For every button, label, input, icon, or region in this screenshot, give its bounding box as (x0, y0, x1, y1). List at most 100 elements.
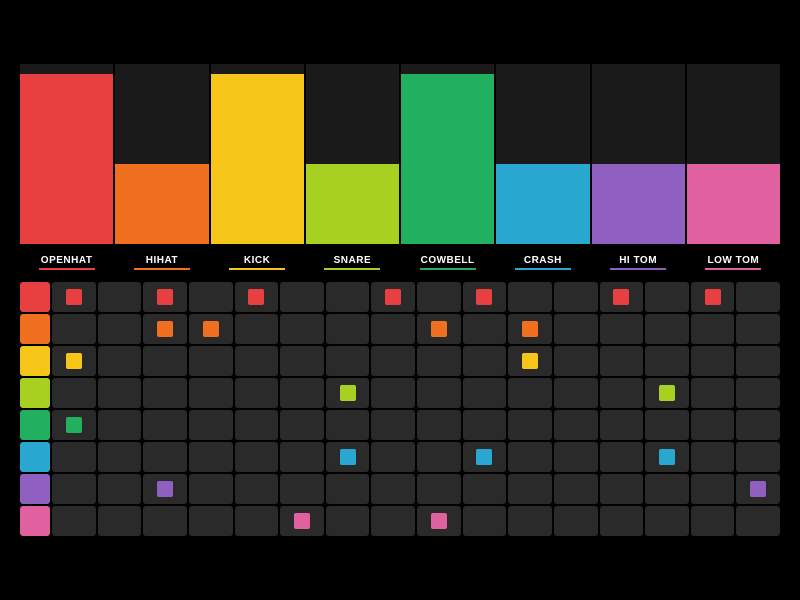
instrument-col-openhat[interactable]: OPENHAT (20, 64, 113, 280)
grid-cell-3-14[interactable] (691, 378, 735, 408)
instrument-col-crash[interactable]: CRASH (496, 64, 589, 280)
grid-cell-7-13[interactable] (645, 506, 689, 536)
grid-cell-7-6[interactable] (326, 506, 370, 536)
grid-cell-5-2[interactable] (143, 442, 187, 472)
grid-cell-6-15[interactable] (736, 474, 780, 504)
grid-cell-2-0[interactable] (52, 346, 96, 376)
grid-cell-7-8[interactable] (417, 506, 461, 536)
row-label-7[interactable] (20, 506, 50, 536)
grid-cell-6-14[interactable] (691, 474, 735, 504)
grid-cell-7-9[interactable] (463, 506, 507, 536)
grid-cell-7-12[interactable] (600, 506, 644, 536)
grid-cell-4-12[interactable] (600, 410, 644, 440)
grid-cell-7-5[interactable] (280, 506, 324, 536)
grid-cell-5-3[interactable] (189, 442, 233, 472)
grid-cell-6-11[interactable] (554, 474, 598, 504)
grid-cell-0-4[interactable] (235, 282, 279, 312)
grid-cell-0-11[interactable] (554, 282, 598, 312)
grid-cell-4-6[interactable] (326, 410, 370, 440)
grid-cell-7-4[interactable] (235, 506, 279, 536)
grid-cell-6-4[interactable] (235, 474, 279, 504)
grid-cell-5-12[interactable] (600, 442, 644, 472)
grid-cell-6-13[interactable] (645, 474, 689, 504)
grid-cell-4-11[interactable] (554, 410, 598, 440)
grid-cell-4-7[interactable] (371, 410, 415, 440)
grid-cell-7-7[interactable] (371, 506, 415, 536)
grid-cell-2-13[interactable] (645, 346, 689, 376)
grid-cell-5-4[interactable] (235, 442, 279, 472)
grid-cell-0-1[interactable] (98, 282, 142, 312)
grid-cell-0-12[interactable] (600, 282, 644, 312)
grid-cell-3-3[interactable] (189, 378, 233, 408)
grid-cell-7-10[interactable] (508, 506, 552, 536)
grid-cell-2-4[interactable] (235, 346, 279, 376)
grid-cell-4-8[interactable] (417, 410, 461, 440)
instrument-col-lowtom[interactable]: LOW TOM (687, 64, 780, 280)
grid-cell-1-9[interactable] (463, 314, 507, 344)
grid-cell-1-10[interactable] (508, 314, 552, 344)
grid-cell-0-7[interactable] (371, 282, 415, 312)
grid-cell-1-7[interactable] (371, 314, 415, 344)
grid-cell-5-1[interactable] (98, 442, 142, 472)
grid-cell-4-5[interactable] (280, 410, 324, 440)
grid-cell-5-8[interactable] (417, 442, 461, 472)
grid-cell-6-0[interactable] (52, 474, 96, 504)
grid-cell-6-8[interactable] (417, 474, 461, 504)
grid-cell-0-6[interactable] (326, 282, 370, 312)
row-label-2[interactable] (20, 346, 50, 376)
grid-cell-4-1[interactable] (98, 410, 142, 440)
grid-cell-1-6[interactable] (326, 314, 370, 344)
row-label-3[interactable] (20, 378, 50, 408)
row-label-1[interactable] (20, 314, 50, 344)
instrument-col-cowbell[interactable]: COWBELL (401, 64, 494, 280)
grid-cell-1-1[interactable] (98, 314, 142, 344)
grid-cell-5-9[interactable] (463, 442, 507, 472)
row-label-6[interactable] (20, 474, 50, 504)
grid-cell-6-6[interactable] (326, 474, 370, 504)
grid-cell-3-5[interactable] (280, 378, 324, 408)
grid-cell-5-13[interactable] (645, 442, 689, 472)
grid-cell-7-14[interactable] (691, 506, 735, 536)
grid-cell-3-11[interactable] (554, 378, 598, 408)
grid-cell-1-13[interactable] (645, 314, 689, 344)
grid-cell-1-8[interactable] (417, 314, 461, 344)
grid-cell-4-0[interactable] (52, 410, 96, 440)
grid-cell-6-7[interactable] (371, 474, 415, 504)
grid-cell-0-2[interactable] (143, 282, 187, 312)
grid-cell-2-14[interactable] (691, 346, 735, 376)
grid-cell-3-15[interactable] (736, 378, 780, 408)
grid-cell-2-1[interactable] (98, 346, 142, 376)
grid-cell-3-7[interactable] (371, 378, 415, 408)
grid-cell-2-11[interactable] (554, 346, 598, 376)
grid-cell-3-2[interactable] (143, 378, 187, 408)
grid-cell-4-15[interactable] (736, 410, 780, 440)
grid-cell-6-2[interactable] (143, 474, 187, 504)
grid-cell-6-9[interactable] (463, 474, 507, 504)
grid-cell-1-0[interactable] (52, 314, 96, 344)
grid-cell-6-5[interactable] (280, 474, 324, 504)
grid-cell-4-3[interactable] (189, 410, 233, 440)
grid-cell-7-0[interactable] (52, 506, 96, 536)
grid-cell-5-15[interactable] (736, 442, 780, 472)
grid-cell-2-2[interactable] (143, 346, 187, 376)
grid-cell-5-11[interactable] (554, 442, 598, 472)
grid-cell-6-1[interactable] (98, 474, 142, 504)
grid-cell-1-14[interactable] (691, 314, 735, 344)
instrument-col-hihat[interactable]: HIHAT (115, 64, 208, 280)
grid-cell-3-4[interactable] (235, 378, 279, 408)
grid-cell-1-5[interactable] (280, 314, 324, 344)
grid-cell-2-15[interactable] (736, 346, 780, 376)
grid-cell-0-10[interactable] (508, 282, 552, 312)
grid-cell-3-12[interactable] (600, 378, 644, 408)
grid-cell-3-1[interactable] (98, 378, 142, 408)
instrument-col-kick[interactable]: KICK (211, 64, 304, 280)
row-label-4[interactable] (20, 410, 50, 440)
grid-cell-0-3[interactable] (189, 282, 233, 312)
grid-cell-1-2[interactable] (143, 314, 187, 344)
grid-cell-5-14[interactable] (691, 442, 735, 472)
grid-cell-7-15[interactable] (736, 506, 780, 536)
grid-cell-5-5[interactable] (280, 442, 324, 472)
grid-cell-7-11[interactable] (554, 506, 598, 536)
grid-cell-3-9[interactable] (463, 378, 507, 408)
grid-cell-1-4[interactable] (235, 314, 279, 344)
